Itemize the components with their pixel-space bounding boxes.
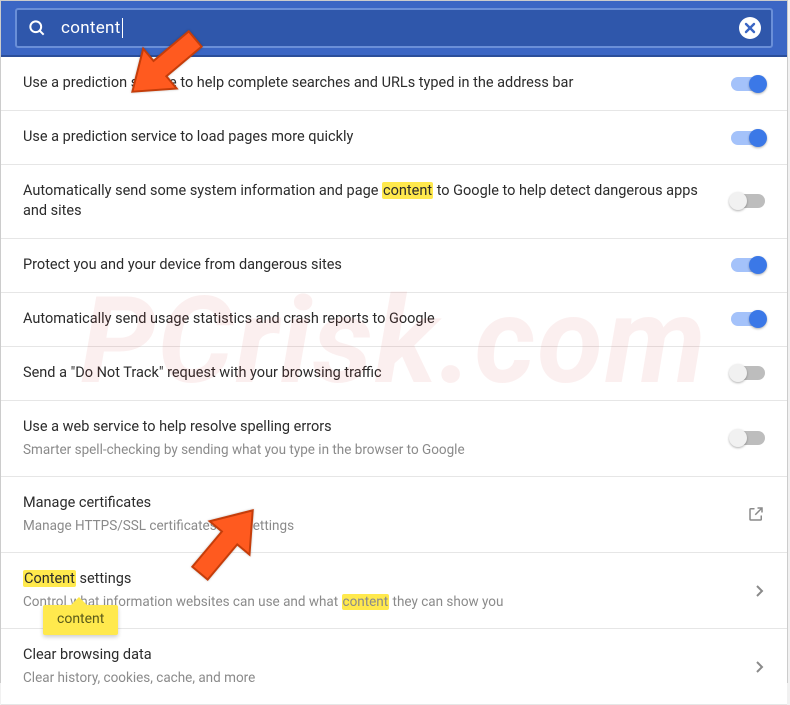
row-title: Send a "Do Not Track" request with your … bbox=[23, 363, 711, 383]
row-text: Content settings Control what information… bbox=[23, 569, 755, 612]
search-tooltip: content bbox=[43, 605, 118, 635]
row-title: Use a web service to help resolve spelli… bbox=[23, 417, 711, 437]
row-text: Automatically send some system informati… bbox=[23, 181, 731, 222]
row-control bbox=[731, 131, 765, 145]
toggle-switch[interactable] bbox=[731, 131, 765, 145]
row-control bbox=[731, 194, 765, 208]
row-text: Protect you and your device from dangero… bbox=[23, 255, 731, 275]
settings-row: Send a "Do Not Track" request with your … bbox=[1, 347, 787, 401]
row-subtitle: Manage HTTPS/SSL certificates and settin… bbox=[23, 517, 727, 536]
row-control bbox=[747, 505, 765, 523]
row-subtitle: Smarter spell-checking by sending what y… bbox=[23, 441, 711, 460]
settings-row[interactable]: Manage certificates Manage HTTPS/SSL cert… bbox=[1, 477, 787, 553]
row-text: Automatically send usage statistics and … bbox=[23, 309, 731, 329]
row-title: Use a prediction service to help complet… bbox=[23, 73, 711, 93]
row-title: Use a prediction service to load pages m… bbox=[23, 127, 711, 147]
row-control bbox=[731, 77, 765, 91]
settings-row[interactable]: Clear browsing data Clear history, cookie… bbox=[1, 629, 787, 705]
toggle-switch[interactable] bbox=[731, 312, 765, 326]
row-title: Content settings bbox=[23, 569, 735, 589]
row-control bbox=[731, 258, 765, 272]
row-control bbox=[731, 431, 765, 445]
settings-row: Use a prediction service to help complet… bbox=[1, 57, 787, 111]
search-value: content bbox=[61, 18, 123, 39]
settings-row: Automatically send some system informati… bbox=[1, 165, 787, 239]
chevron-right-icon bbox=[755, 584, 765, 598]
toggle-switch[interactable] bbox=[731, 194, 765, 208]
row-text: Use a prediction service to load pages m… bbox=[23, 127, 731, 147]
row-title: Clear browsing data bbox=[23, 645, 735, 665]
open-external-icon bbox=[747, 505, 765, 523]
row-control bbox=[731, 366, 765, 380]
search-bar: content bbox=[1, 1, 787, 57]
row-title: Automatically send some system informati… bbox=[23, 181, 711, 222]
toggle-switch[interactable] bbox=[731, 77, 765, 91]
clear-search-button[interactable] bbox=[739, 17, 761, 39]
row-title: Manage certificates bbox=[23, 493, 727, 513]
row-subtitle: Clear history, cookies, cache, and more bbox=[23, 669, 735, 688]
row-text: Use a web service to help resolve spelli… bbox=[23, 417, 731, 460]
settings-row: Protect you and your device from dangero… bbox=[1, 239, 787, 293]
search-input[interactable]: content bbox=[15, 8, 773, 48]
row-text: Use a prediction service to help complet… bbox=[23, 73, 731, 93]
settings-row: Use a prediction service to load pages m… bbox=[1, 111, 787, 165]
row-control bbox=[731, 312, 765, 326]
row-title: Protect you and your device from dangero… bbox=[23, 255, 711, 275]
chevron-right-icon bbox=[755, 660, 765, 674]
toggle-switch[interactable] bbox=[731, 258, 765, 272]
toggle-switch[interactable] bbox=[731, 366, 765, 380]
row-control bbox=[755, 660, 765, 674]
search-icon bbox=[27, 18, 47, 38]
settings-row[interactable]: Content settings Control what information… bbox=[1, 553, 787, 629]
toggle-switch[interactable] bbox=[731, 431, 765, 445]
row-text: Clear browsing data Clear history, cookie… bbox=[23, 645, 755, 688]
settings-list: Use a prediction service to help complet… bbox=[1, 57, 787, 705]
row-title: Automatically send usage statistics and … bbox=[23, 309, 711, 329]
row-text: Manage certificates Manage HTTPS/SSL cert… bbox=[23, 493, 747, 536]
settings-row: Use a web service to help resolve spelli… bbox=[1, 401, 787, 477]
close-icon bbox=[744, 22, 756, 34]
row-subtitle: Control what information websites can us… bbox=[23, 593, 735, 612]
settings-row: Automatically send usage statistics and … bbox=[1, 293, 787, 347]
row-control bbox=[755, 584, 765, 598]
row-text: Send a "Do Not Track" request with your … bbox=[23, 363, 731, 383]
